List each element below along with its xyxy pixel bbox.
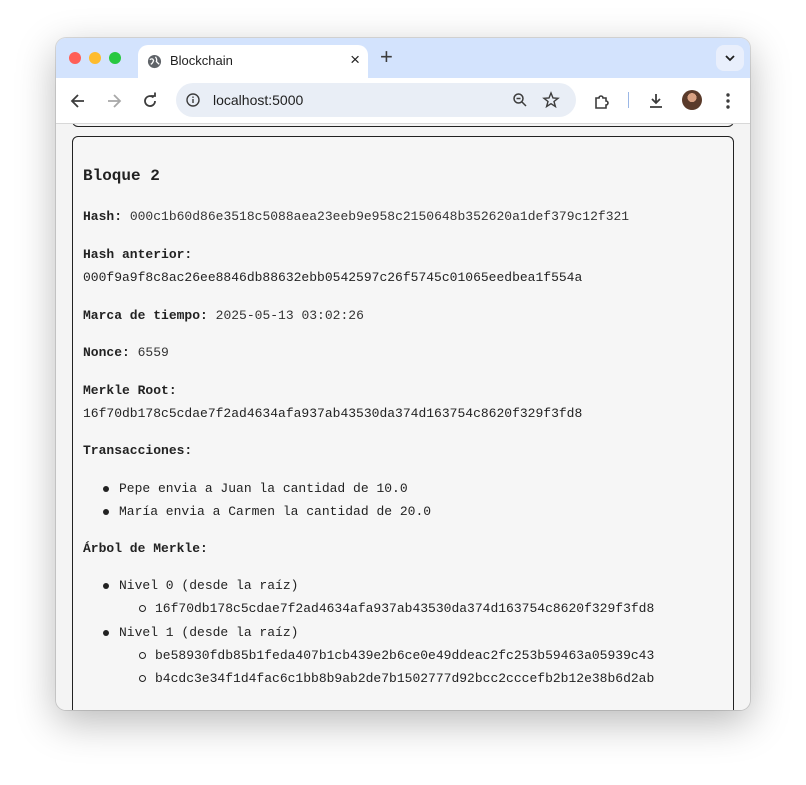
sub-bullet-circle bbox=[139, 652, 146, 659]
tab-blockchain[interactable]: Blockchain × bbox=[138, 45, 368, 78]
download-icon[interactable] bbox=[646, 91, 666, 111]
merkle-level-label: Nivel 0 (desde la raíz) bbox=[119, 578, 299, 593]
new-tab-button[interactable]: + bbox=[380, 45, 393, 69]
nonce-label: Nonce: bbox=[83, 345, 130, 360]
bullet-dot bbox=[103, 509, 109, 515]
tab-close-button[interactable]: × bbox=[350, 50, 360, 70]
reload-icon[interactable] bbox=[140, 91, 160, 111]
minimize-window-button[interactable] bbox=[89, 52, 101, 64]
nonce-field: Nonce: 6559 bbox=[83, 345, 169, 360]
previous-block-card bbox=[72, 124, 734, 127]
prev-hash-label: Hash anterior: bbox=[83, 247, 193, 262]
close-window-button[interactable] bbox=[69, 52, 81, 64]
url-text[interactable]: localhost:5000 bbox=[213, 92, 303, 108]
profile-avatar[interactable] bbox=[682, 90, 702, 110]
hash-field: Hash: 000c1b60d86e3518c5088aea23eeb9e958… bbox=[83, 209, 629, 224]
zoom-icon[interactable] bbox=[512, 92, 528, 108]
merkle-hash-item: 16f70db178c5cdae7f2ad4634afa937ab43530da… bbox=[155, 601, 655, 616]
tab-search-button[interactable] bbox=[716, 45, 744, 71]
more-menu-icon[interactable] bbox=[718, 91, 738, 111]
hash-label: Hash: bbox=[83, 209, 123, 224]
prev-hash-value: 000f9a9f8c8ac26ee8846db88632ebb0542597c2… bbox=[83, 270, 583, 285]
merkle-root-label: Merkle Root: bbox=[83, 383, 177, 398]
merkle-hash-item: be58930fdb85b1feda407b1cb439e2b6ce0e49dd… bbox=[155, 648, 655, 663]
maximize-window-button[interactable] bbox=[109, 52, 121, 64]
timestamp-field: Marca de tiempo: 2025-05-13 03:02:26 bbox=[83, 308, 364, 323]
bookmark-star-icon[interactable] bbox=[542, 91, 560, 109]
browser-toolbar: localhost:5000 bbox=[56, 78, 750, 124]
bullet-dot bbox=[103, 486, 109, 492]
block-title: Bloque 2 bbox=[83, 167, 160, 185]
sub-bullet-circle bbox=[139, 675, 146, 682]
bullet-dot bbox=[103, 583, 109, 589]
extensions-icon[interactable] bbox=[592, 91, 612, 111]
chevron-down-icon bbox=[725, 55, 735, 62]
merkle-tree-label: Árbol de Merkle: bbox=[83, 541, 208, 556]
page-content: Bloque 2 Hash: 000c1b60d86e3518c5088aea2… bbox=[56, 124, 750, 710]
transaction-item: Pepe envia a Juan la cantidad de 10.0 bbox=[119, 481, 408, 496]
transaction-item: María envia a Carmen la cantidad de 20.0 bbox=[119, 504, 432, 519]
browser-window: Blockchain × + localhost:5000 Bloque 2 H… bbox=[56, 38, 750, 710]
forward-arrow-icon[interactable] bbox=[104, 91, 124, 111]
timestamp-label: Marca de tiempo: bbox=[83, 308, 208, 323]
tab-bar: Blockchain × + bbox=[56, 38, 750, 78]
timestamp-value: 2025-05-13 03:02:26 bbox=[215, 308, 364, 323]
nonce-value: 6559 bbox=[137, 345, 169, 360]
sub-bullet-circle bbox=[139, 605, 146, 612]
site-info-icon[interactable] bbox=[186, 93, 200, 107]
toolbar-separator bbox=[628, 92, 629, 108]
merkle-hash-item: b4cdc3e34f1d4fac6c1bb8b9ab2de7b1502777d9… bbox=[155, 671, 655, 686]
back-arrow-icon[interactable] bbox=[68, 91, 88, 111]
globe-icon bbox=[147, 54, 162, 69]
merkle-root-value: 16f70db178c5cdae7f2ad4634afa937ab43530da… bbox=[83, 406, 583, 421]
tab-title: Blockchain bbox=[170, 53, 233, 68]
merkle-level-label: Nivel 1 (desde la raíz) bbox=[119, 625, 299, 640]
bullet-dot bbox=[103, 630, 109, 636]
transactions-label: Transacciones: bbox=[83, 443, 193, 458]
address-bar[interactable]: localhost:5000 bbox=[176, 83, 576, 117]
block-card: Bloque 2 Hash: 000c1b60d86e3518c5088aea2… bbox=[72, 136, 734, 710]
hash-value: 000c1b60d86e3518c5088aea23eeb9e958c21506… bbox=[129, 209, 630, 224]
